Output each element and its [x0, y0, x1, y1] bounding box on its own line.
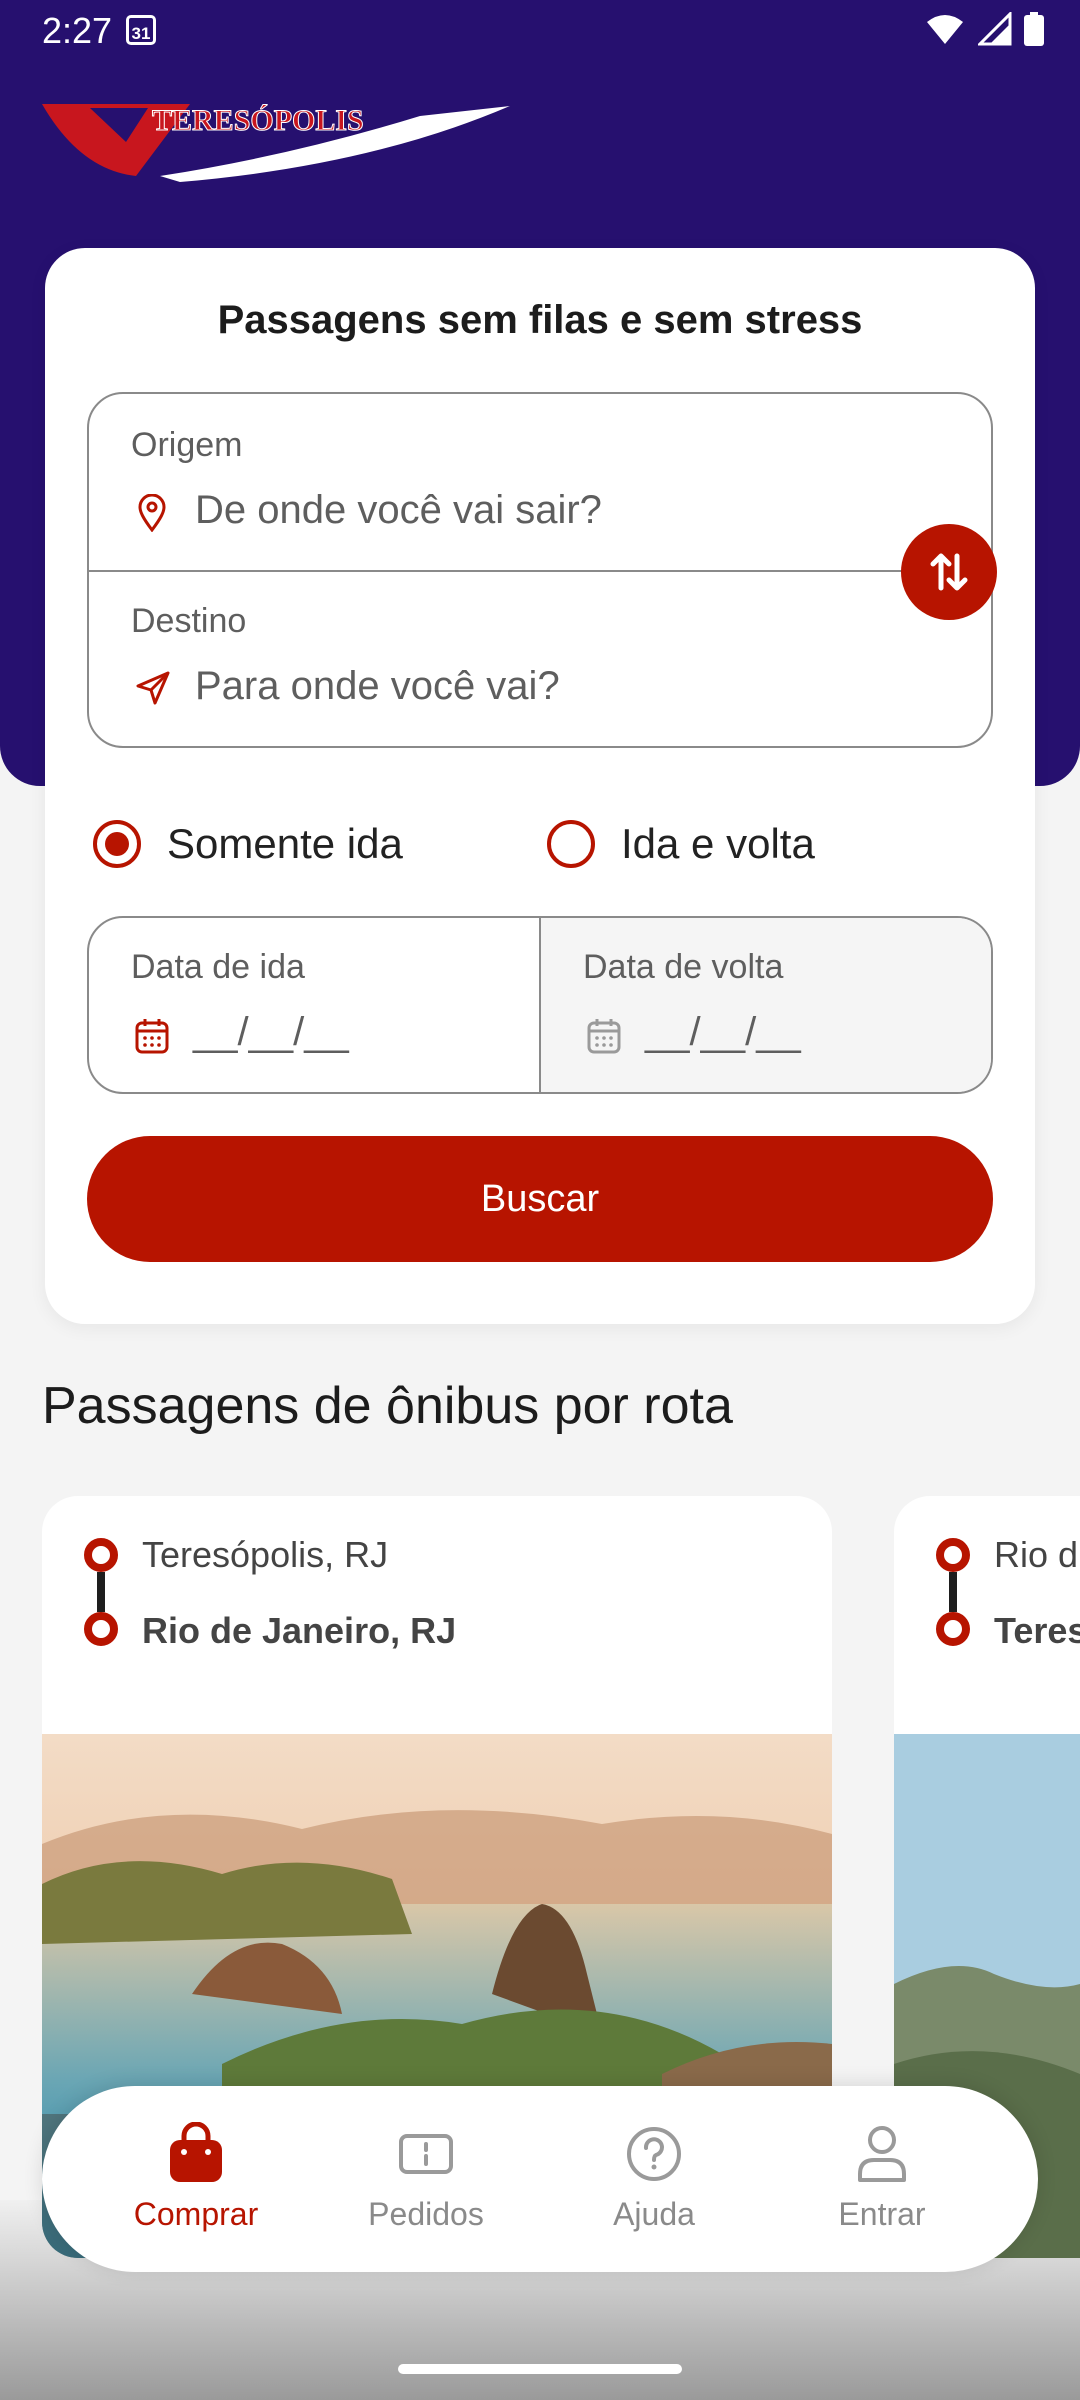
battery-icon	[1024, 12, 1044, 46]
nav-pedidos-label: Pedidos	[368, 2196, 484, 2232]
status-bar: 2:27 31	[0, 0, 1080, 62]
bottom-navigation: Comprar Pedidos Ajuda Entrar	[42, 2086, 1038, 2272]
nav-entrar[interactable]: Entrar	[768, 2086, 996, 2272]
route-destination: Rio de Janeiro, RJ	[142, 1610, 457, 1651]
departure-date-label: Data de ida	[131, 948, 305, 986]
departure-date-input[interactable]: __/__/__	[193, 1010, 349, 1055]
status-time: 2:27	[42, 10, 113, 51]
calendar-icon	[587, 1019, 621, 1054]
nav-ajuda-label: Ajuda	[613, 2196, 695, 2232]
destination-label: Destino	[131, 602, 247, 640]
origin-stop-icon	[936, 1538, 970, 1572]
swap-arrows-icon	[930, 553, 968, 591]
logo-wordmark: TERESÓPOLIS	[152, 104, 364, 137]
status-icons	[917, 10, 1044, 51]
origin-field[interactable]: Origem De onde você vai sair?	[89, 394, 991, 570]
brand-logo: TERESÓPOLIS	[40, 96, 530, 186]
search-title: Passagens sem filas e sem stress	[217, 298, 863, 342]
ticket-icon	[399, 2134, 453, 2174]
nav-comprar[interactable]: Comprar	[82, 2086, 310, 2272]
shopping-bag-icon	[170, 2122, 222, 2182]
origin-label: Origem	[131, 426, 243, 464]
routes-section-title: Passagens de ônibus por rota	[42, 1377, 733, 1435]
return-date-label: Data de volta	[583, 948, 784, 986]
search-button[interactable]: Buscar	[87, 1136, 993, 1262]
return-date-field[interactable]: Data de volta __/__/__	[539, 918, 991, 1092]
destination-stop-icon	[936, 1612, 970, 1646]
destination-input[interactable]: Para onde você vai?	[195, 664, 560, 709]
route-line	[97, 1572, 105, 1612]
radio-round-trip[interactable]: Ida e volta	[547, 804, 815, 884]
return-date-input[interactable]: __/__/__	[645, 1010, 801, 1055]
route-origin: Teresópolis, RJ	[142, 1534, 389, 1575]
nav-pedidos[interactable]: Pedidos	[312, 2086, 540, 2272]
radio-round-trip-circle[interactable]	[547, 820, 595, 868]
route-stops: Rio d Teres	[894, 1496, 1080, 1734]
location-pin-icon	[138, 494, 166, 532]
nav-entrar-label: Entrar	[838, 2196, 926, 2232]
radio-one-way[interactable]: Somente ida	[93, 804, 403, 884]
home-indicator[interactable]	[398, 2364, 682, 2374]
route-destination: Teres	[994, 1610, 1080, 1651]
trip-type-group: Somente ida Ida e volta	[93, 804, 993, 884]
calendar-notification-icon: 31	[126, 15, 156, 45]
radio-round-trip-label: Ida e volta	[621, 820, 815, 867]
user-icon	[858, 2126, 906, 2182]
route-fields: Origem De onde você vai sair? Destino Pa…	[87, 392, 997, 748]
wifi-icon	[927, 15, 964, 44]
swap-button[interactable]	[901, 524, 997, 620]
destination-stop-icon	[84, 1612, 118, 1646]
route-origin: Rio d	[994, 1534, 1079, 1575]
route-line	[949, 1572, 957, 1612]
search-card: Passagens sem filas e sem stress Origem …	[45, 248, 1035, 1324]
nav-comprar-label: Comprar	[133, 2196, 259, 2232]
radio-one-way-circle[interactable]	[93, 820, 141, 868]
destination-field[interactable]: Destino Para onde você vai?	[89, 572, 991, 748]
origin-input[interactable]: De onde você vai sair?	[195, 488, 602, 533]
calendar-icon	[135, 1019, 169, 1054]
radio-selected-dot	[105, 832, 129, 856]
send-icon	[136, 671, 170, 705]
signal-icon	[975, 10, 1012, 46]
departure-date-field[interactable]: Data de ida __/__/__	[89, 918, 539, 1092]
radio-one-way-label: Somente ida	[167, 820, 403, 867]
nav-ajuda[interactable]: Ajuda	[540, 2086, 768, 2272]
origin-stop-icon	[84, 1538, 118, 1572]
route-stops: Teresópolis, RJ Rio de Janeiro, RJ	[42, 1496, 832, 1734]
date-fields: Data de ida __/__/__ Data de volta __/__…	[87, 916, 993, 1094]
help-circle-icon	[627, 2127, 681, 2181]
